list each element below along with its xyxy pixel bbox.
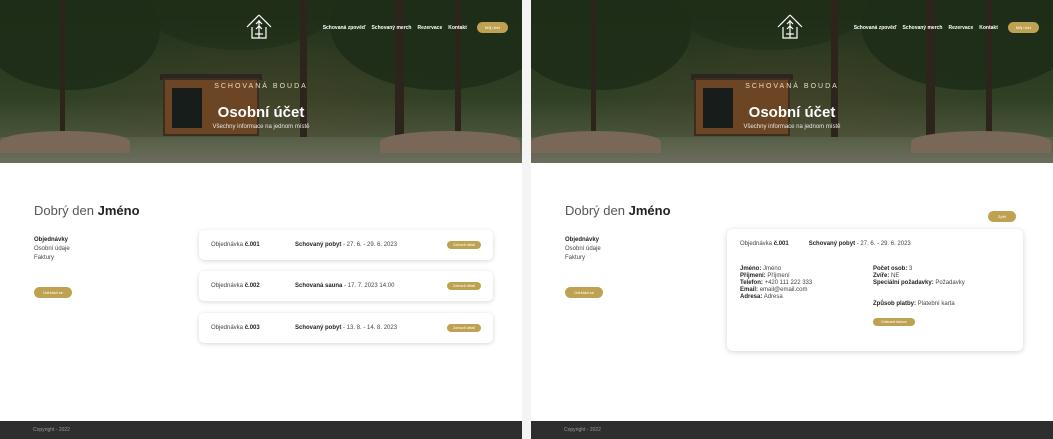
order-description: Schovaná sauna - 17. 7. 2023 14:00 [295, 283, 395, 289]
nav-link-zpoved[interactable]: Schovaná zpověď [323, 25, 366, 31]
info-row: Příjmení: Příjmení [740, 273, 790, 279]
account-orders-view: Schovaná zpověď Schovaný merch Rezervace… [0, 0, 522, 439]
sidebar-item-invoices[interactable]: Faktury [565, 254, 601, 263]
logout-button[interactable]: Odhlásit se [34, 287, 73, 298]
main-nav: Schovaná zpověď Schovaný merch Rezervace… [854, 22, 1039, 33]
cabin-tree-logo-icon[interactable] [244, 12, 274, 42]
hero-brand: SCHOVANÁ BOUDA [214, 83, 308, 90]
order-description: Schovaný pobyt - 27. 6. - 29. 6. 2023 [295, 242, 398, 248]
info-row: Speciální požadavky: Požadavky [873, 280, 965, 286]
order-description: Schovaný pobyt - 13. 8. - 14. 8. 2023 [295, 325, 398, 331]
page-title: Osobní účet [217, 104, 305, 121]
hero-brand: SCHOVANÁ BOUDA [745, 83, 839, 90]
stay-info: Počet osob: 3 Zvíře: NE Speciální požada… [873, 266, 965, 287]
sidebar-item-personal-data[interactable]: Osobní údaje [565, 245, 601, 254]
nav-link-rezervace[interactable]: Rezervace [418, 25, 443, 31]
sidebar-item-invoices[interactable]: Faktury [34, 254, 70, 263]
payment-method: Způsob platby: Platební karta [873, 301, 955, 307]
page-subtitle: Všechny informace na jednom místě [212, 124, 310, 130]
hero-banner: Schovaná zpověď Schovaný merch Rezervace… [531, 0, 1053, 163]
info-row: Adresa: Adresa [740, 294, 783, 300]
nav-link-kontakt[interactable]: Kontakt [979, 25, 998, 31]
footer: Copyright - 2022 [531, 421, 1053, 439]
my-account-button[interactable]: Můj účet [1007, 22, 1039, 33]
nav-link-merch[interactable]: Schovaný merch [902, 25, 942, 31]
info-row: Zvíře: NE [873, 273, 900, 279]
footer: Copyright - 2022 [0, 421, 522, 439]
order-detail-card: Objednávka č.001 Schovaný pobyt - 27. 6.… [727, 229, 1023, 351]
panel-divider [522, 0, 531, 439]
nav-link-zpoved[interactable]: Schovaná zpověď [854, 25, 897, 31]
page-title: Osobní účet [748, 104, 836, 121]
greeting-prefix: Dobrý den [34, 203, 94, 218]
my-account-button[interactable]: Můj účet [476, 22, 508, 33]
copyright: Copyright - 2022 [564, 427, 601, 433]
nav-link-kontakt[interactable]: Kontakt [448, 25, 467, 31]
order-number: Objednávka č.001 [740, 241, 789, 247]
sidebar-item-personal-data[interactable]: Osobní údaje [34, 245, 70, 254]
show-detail-button[interactable]: Zobrazit detail [447, 241, 481, 249]
account-sidebar: Objednávky Osobní údaje Faktury [34, 236, 70, 263]
greeting-prefix: Dobrý den [565, 203, 625, 218]
greeting: Dobrý den Jméno [565, 203, 671, 218]
page-subtitle: Všechny informace na jednom místě [743, 124, 841, 130]
show-detail-button[interactable]: Zobrazit detail [447, 324, 481, 332]
info-row: Jméno: Jméno [740, 266, 782, 272]
nav-link-rezervace[interactable]: Rezervace [949, 25, 974, 31]
greeting-name: Jméno [628, 203, 671, 218]
main-nav: Schovaná zpověď Schovaný merch Rezervace… [323, 22, 508, 33]
account-sidebar: Objednávky Osobní údaje Faktury [565, 236, 601, 263]
order-number: Objednávka č.002 [211, 283, 260, 289]
order-description: Schovaný pobyt - 27. 6. - 29. 6. 2023 [808, 241, 911, 247]
show-detail-button[interactable]: Zobrazit detail [447, 282, 481, 290]
account-order-detail-view: Schovaná zpověď Schovaný merch Rezervace… [531, 0, 1053, 439]
logout-button[interactable]: Odhlásit se [565, 287, 604, 298]
order-number: Objednávka č.003 [211, 325, 260, 331]
order-number: Objednávka č.001 [211, 242, 260, 248]
nav-link-merch[interactable]: Schovaný merch [371, 25, 411, 31]
copyright: Copyright - 2022 [33, 427, 70, 433]
back-button[interactable]: Zpět [988, 211, 1017, 222]
order-detail-header: Objednávka č.001 Schovaný pobyt - 27. 6.… [740, 241, 911, 247]
customer-info: Jméno: Jméno Příjmení: Příjmení Telefon:… [740, 266, 812, 301]
cabin-tree-logo-icon[interactable] [775, 12, 805, 42]
info-row: Email: email@email.com [740, 287, 808, 293]
remove-invoice-button[interactable]: Odstranit fakturu [873, 318, 915, 326]
order-card: Objednávka č.001 Schovaný pobyt - 27. 6.… [199, 230, 493, 260]
order-card: Objednávka č.003 Schovaný pobyt - 13. 8.… [199, 313, 493, 343]
info-row: Počet osob: 3 [873, 266, 913, 272]
info-row: Telefon: +420 111 222 333 [740, 280, 813, 286]
order-card: Objednávka č.002 Schovaná sauna - 17. 7.… [199, 271, 493, 301]
sidebar-item-orders[interactable]: Objednávky [34, 236, 70, 245]
hero-banner: Schovaná zpověď Schovaný merch Rezervace… [0, 0, 522, 163]
sidebar-item-orders[interactable]: Objednávky [565, 236, 601, 245]
greeting-name: Jméno [97, 203, 140, 218]
greeting: Dobrý den Jméno [34, 203, 140, 218]
